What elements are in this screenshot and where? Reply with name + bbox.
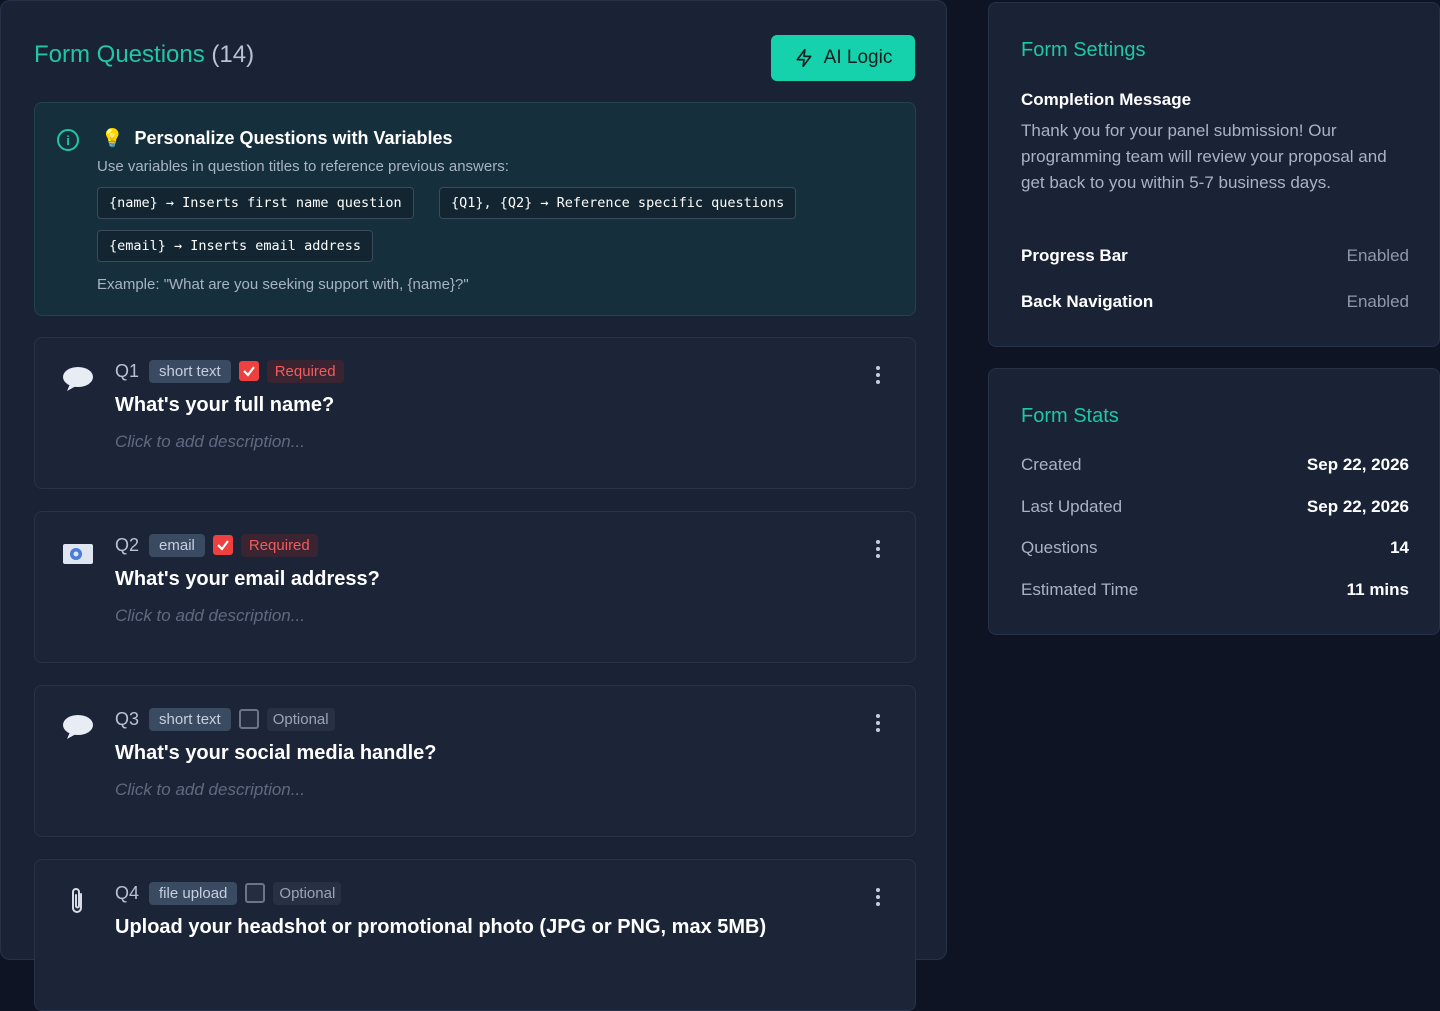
checkmark-icon [242, 366, 255, 377]
stat-value: Sep 22, 2026 [1306, 497, 1409, 516]
speech-bubble-icon [63, 715, 93, 739]
more-options-icon[interactable] [873, 888, 883, 908]
stat-label: Last Updated [1021, 497, 1123, 516]
question-title[interactable]: What's your full name? [115, 394, 334, 417]
question-header: Q4 file upload Optional [115, 880, 342, 906]
question-card-q1[interactable]: Q1 short text Required What's your full … [34, 337, 916, 489]
form-questions-panel: Form Questions (14) AI Logic i 💡 Persona… [0, 0, 947, 1011]
required-checkbox[interactable] [238, 709, 259, 729]
more-options-icon[interactable] [873, 540, 883, 560]
form-stats-card: Form Stats Created Sep 22, 2026 Last Upd… [988, 368, 1440, 635]
form-settings-title: Form Settings [1021, 39, 1146, 61]
question-type-badge[interactable]: short text [149, 707, 231, 731]
stat-questions: Questions 14 [1021, 538, 1409, 558]
question-description[interactable]: Click to add description... [115, 780, 305, 800]
page-title: Form Questions (14) [34, 41, 254, 69]
ai-logic-button[interactable]: AI Logic [771, 35, 915, 81]
stat-value: 11 mins [1346, 580, 1409, 599]
back-navigation-setting[interactable]: Back Navigation Enabled [1021, 292, 1409, 312]
info-subtitle: Use variables in question titles to refe… [97, 158, 509, 175]
lightning-icon [796, 48, 812, 68]
question-number: Q2 [115, 534, 140, 555]
question-description[interactable]: Click to add description... [115, 606, 305, 626]
question-card-q3[interactable]: Q3 short text Optional What's your socia… [34, 685, 916, 837]
required-checkbox[interactable] [238, 361, 259, 381]
back-navigation-label: Back Navigation [1021, 292, 1154, 311]
variable-chip-name: {name} → Inserts first name question [97, 187, 414, 219]
question-number: Q1 [115, 360, 140, 381]
required-badge: Required [240, 533, 318, 557]
question-title[interactable]: What's your email address? [115, 568, 380, 591]
speech-bubble-icon [63, 367, 93, 391]
stat-created: Created Sep 22, 2026 [1021, 455, 1409, 475]
question-header: Q3 short text Optional [115, 706, 335, 732]
paperclip-icon [72, 888, 82, 913]
question-number: Q4 [115, 882, 140, 903]
question-header: Q1 short text Required [115, 358, 344, 384]
stat-value: 14 [1390, 538, 1409, 557]
progress-bar-setting[interactable]: Progress Bar Enabled [1021, 246, 1409, 266]
optional-badge: Optional [266, 707, 335, 731]
ai-logic-label: AI Logic [823, 47, 893, 68]
question-card-q2[interactable]: Q2 email Required What's your email addr… [34, 511, 916, 663]
question-type-badge[interactable]: file upload [149, 881, 238, 905]
info-icon: i [57, 129, 79, 151]
info-example: Example: "What are you seeking support w… [97, 276, 469, 293]
stat-label: Estimated Time [1021, 580, 1139, 599]
question-title[interactable]: What's your social media handle? [115, 742, 437, 765]
question-type-badge[interactable]: short text [149, 359, 231, 383]
stat-estimated-time: Estimated Time 11 mins [1021, 580, 1409, 600]
required-badge: Required [266, 359, 344, 383]
question-type-badge[interactable]: email [149, 533, 205, 557]
question-card-q4[interactable]: Q4 file upload Optional Upload your head… [34, 859, 916, 1011]
required-checkbox[interactable] [245, 883, 266, 903]
lightbulb-icon: 💡 [101, 128, 124, 148]
variable-chip-qref: {Q1}, {Q2} → Reference specific question… [439, 187, 797, 219]
form-stats-title: Form Stats [1021, 405, 1119, 427]
info-title: 💡 Personalize Questions with Variables [101, 128, 453, 149]
form-settings-card: Form Settings Completion Message Thank y… [988, 2, 1440, 347]
question-description[interactable]: Click to add description... [115, 432, 305, 452]
stat-last-updated: Last Updated Sep 22, 2026 [1021, 497, 1409, 517]
variable-chip-email: {email} → Inserts email address [97, 230, 373, 262]
question-title[interactable]: Upload your headshot or promotional phot… [115, 916, 766, 939]
required-checkbox[interactable] [212, 535, 233, 555]
stat-label: Created [1021, 455, 1082, 474]
stat-label: Questions [1021, 538, 1098, 557]
more-options-icon[interactable] [873, 366, 883, 386]
optional-badge: Optional [273, 881, 342, 905]
page-title-text: Form Questions [34, 41, 205, 68]
question-number: Q3 [115, 708, 140, 729]
question-count: (14) [211, 41, 255, 68]
progress-bar-value: Enabled [1346, 246, 1409, 265]
completion-message-label: Completion Message [1021, 90, 1192, 109]
progress-bar-label: Progress Bar [1021, 246, 1128, 265]
info-title-text: Personalize Questions with Variables [134, 128, 453, 148]
variables-info-box: i 💡 Personalize Questions with Variables… [34, 102, 916, 316]
checkmark-icon [217, 540, 229, 551]
completion-message-text[interactable]: Thank you for your panel submission! Our… [1021, 118, 1411, 196]
stat-value: Sep 22, 2026 [1306, 455, 1409, 474]
question-header: Q2 email Required [115, 532, 318, 558]
email-icon [63, 544, 93, 564]
back-navigation-value: Enabled [1346, 292, 1409, 311]
more-options-icon[interactable] [873, 714, 883, 734]
